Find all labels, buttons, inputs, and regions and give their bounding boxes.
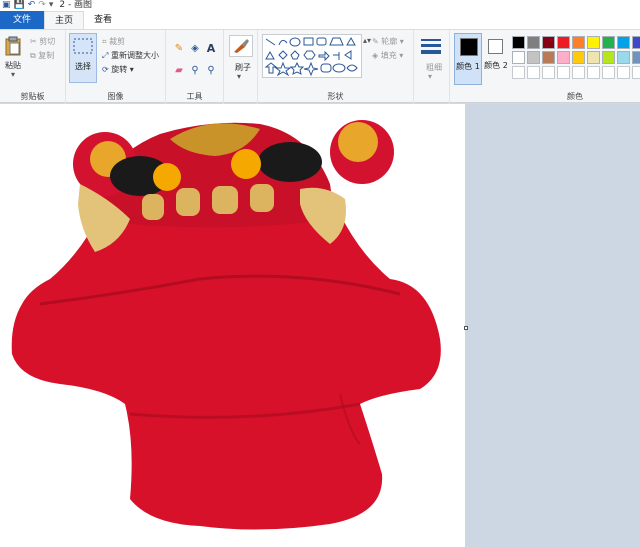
color-swatch[interactable] xyxy=(557,36,570,49)
shapes-gallery[interactable] xyxy=(262,34,362,78)
custom-color-slot[interactable] xyxy=(617,66,630,79)
custom-color-slot[interactable] xyxy=(542,66,555,79)
image-group: 选择 ⌗ 裁剪 ⤢ 重新调整大小 ⟳ 旋转 ▾ 图像 xyxy=(66,30,166,104)
size-dropdown-icon[interactable]: ▾ xyxy=(428,72,432,81)
color1-button[interactable]: 颜色 1 xyxy=(454,33,482,85)
resize-icon: ⤢ xyxy=(102,51,111,60)
quick-access-toolbar: ▣ 💾 ↶ ↷ ▾ xyxy=(0,0,53,11)
line-size-icon[interactable] xyxy=(420,36,442,58)
fill-icon: ◈ xyxy=(372,51,381,60)
rotate-icon: ⟳ xyxy=(102,65,112,74)
customize-dropdown-icon[interactable]: ▾ xyxy=(49,0,54,11)
ribbon: 粘贴 ▾ ✂ 剪切 ⧉ 复制 剪贴板 选择 ⌗ 裁剪 ⤢ 重新调整大小 ⟳ 旋转… xyxy=(0,29,640,104)
select-label: 选择 xyxy=(75,62,91,71)
color-swatch[interactable] xyxy=(632,51,640,64)
color-picker-icon[interactable]: ⚲ xyxy=(189,64,201,76)
clipboard-group: 粘贴 ▾ ✂ 剪切 ⧉ 复制 剪贴板 xyxy=(0,30,66,104)
cut-icon: ✂ xyxy=(30,37,40,46)
outline-icon: ✎ xyxy=(372,37,382,46)
workspace xyxy=(0,104,640,547)
save-icon[interactable]: 💾 xyxy=(14,0,25,11)
fill-button[interactable]: ◈ 填充 ▾ xyxy=(372,50,403,61)
color-swatch[interactable] xyxy=(572,51,585,64)
color-swatch[interactable] xyxy=(527,36,540,49)
custom-color-slot[interactable] xyxy=(587,66,600,79)
brush-dropdown-icon[interactable]: ▾ xyxy=(237,72,241,81)
custom-color-slot[interactable] xyxy=(527,66,540,79)
color2-label: 颜色 2 xyxy=(484,61,508,70)
window-title: 2 - 画图 xyxy=(59,0,93,10)
shapes-group-label: 形状 xyxy=(327,92,344,101)
color-swatch[interactable] xyxy=(617,51,630,64)
custom-color-slot[interactable] xyxy=(602,66,615,79)
color-swatch[interactable] xyxy=(527,51,540,64)
size-group: 粗细 ▾ xyxy=(414,30,450,104)
paste-dropdown-icon[interactable]: ▾ xyxy=(11,70,15,79)
tools-group-label: 工具 xyxy=(186,92,203,101)
colors-group-label: 颜色 xyxy=(567,92,583,101)
color-swatch[interactable] xyxy=(557,51,570,64)
color-swatch[interactable] xyxy=(602,36,615,49)
image-group-label: 图像 xyxy=(107,92,124,101)
clipboard-group-label: 剪贴板 xyxy=(20,92,45,101)
color2-swatch xyxy=(488,39,503,54)
color-swatch[interactable] xyxy=(617,36,630,49)
color-swatch[interactable] xyxy=(602,51,615,64)
custom-color-slot[interactable] xyxy=(632,66,640,79)
color-swatch[interactable] xyxy=(512,36,525,49)
magnifier-icon[interactable]: ⚲ xyxy=(205,64,217,76)
color-swatch[interactable] xyxy=(632,36,640,49)
color-swatch[interactable] xyxy=(587,51,600,64)
shapes-group: ▴▾ ✎ 轮廓 ▾ ◈ 填充 ▾ 形状 xyxy=(258,30,414,104)
text-tool-icon[interactable]: A xyxy=(205,42,217,55)
color-swatch[interactable] xyxy=(572,36,585,49)
tiger-toy-image xyxy=(11,120,441,530)
tab-view[interactable]: 查看 xyxy=(84,11,122,29)
copy-button[interactable]: ⧉ 复制 xyxy=(30,50,54,61)
cut-button[interactable]: ✂ 剪切 xyxy=(30,36,55,47)
drawing-canvas[interactable] xyxy=(0,104,465,547)
brushes-group: 刷子 ▾ xyxy=(224,30,258,104)
color1-label: 颜色 1 xyxy=(456,62,480,71)
tools-group: ✎ ◈ A ▰ ⚲ ⚲ 工具 xyxy=(166,30,224,104)
color-palette xyxy=(512,36,640,79)
color-swatch[interactable] xyxy=(542,51,555,64)
shapes-scroll-icon[interactable]: ▴▾ xyxy=(363,36,371,45)
tab-file[interactable]: 文件 xyxy=(0,11,45,29)
color1-swatch xyxy=(460,38,478,56)
undo-icon[interactable]: ↶ xyxy=(28,0,36,11)
canvas-resize-handle[interactable] xyxy=(464,326,468,330)
pencil-icon[interactable]: ✎ xyxy=(173,42,185,54)
crop-icon: ⌗ xyxy=(102,37,110,46)
color2-button[interactable]: 颜色 2 xyxy=(484,33,508,85)
fill-bucket-icon[interactable]: ◈ xyxy=(189,42,201,54)
outline-button[interactable]: ✎ 轮廓 ▾ xyxy=(372,36,404,47)
color-swatch[interactable] xyxy=(542,36,555,49)
eraser-icon[interactable]: ▰ xyxy=(173,64,185,76)
brush-icon[interactable] xyxy=(229,35,253,57)
title-bar: ▣ 💾 ↶ ↷ ▾ 2 - 画图 xyxy=(0,0,640,11)
paint-app-icon: ▣ xyxy=(2,0,11,10)
resize-button[interactable]: ⤢ 重新调整大小 xyxy=(102,50,159,61)
ribbon-tabs: 文件 主页 查看 xyxy=(0,11,640,29)
rotate-button[interactable]: ⟳ 旋转 ▾ xyxy=(102,64,134,75)
crop-button[interactable]: ⌗ 裁剪 xyxy=(102,36,125,47)
custom-color-slot[interactable] xyxy=(572,66,585,79)
custom-color-slot[interactable] xyxy=(557,66,570,79)
redo-icon[interactable]: ↷ xyxy=(38,0,46,11)
color-swatch[interactable] xyxy=(587,36,600,49)
select-button[interactable]: 选择 xyxy=(69,33,97,83)
active-colors-group: 颜色 1 颜色 2 xyxy=(452,30,510,104)
paste-icon[interactable] xyxy=(4,35,24,57)
tab-home[interactable]: 主页 xyxy=(44,11,85,29)
custom-color-slot[interactable] xyxy=(512,66,525,79)
color-swatch[interactable] xyxy=(512,51,525,64)
